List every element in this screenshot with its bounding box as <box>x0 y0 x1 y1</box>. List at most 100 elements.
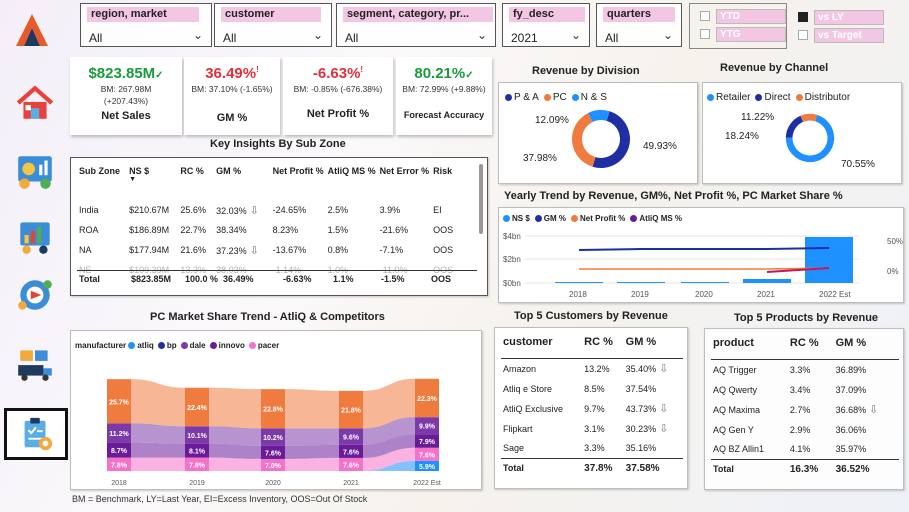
table-row: NA $177.94M 21.6% 37.23% ⇩ -13.67% 0.8% -7.1% O… <box>77 240 461 260</box>
rc-cell: 3.3% <box>584 443 605 454</box>
legend-item: P & A <box>505 92 539 103</box>
chevron-down-icon[interactable]: ⌄ <box>571 28 581 42</box>
quarters-slicer[interactable]: quarters All ⌄ <box>596 3 682 47</box>
data-label: 25.7% <box>109 399 130 406</box>
vs-target-label: vs Target <box>814 27 884 43</box>
chevron-down-icon[interactable]: ⌄ <box>313 28 323 42</box>
kpi-net-profit[interactable]: -6.63%! BM: -0.85% (-676.38%) Net Profit… <box>283 57 393 135</box>
table-row: AQ Maxima 2.7% 36.68% ⇩ <box>711 400 899 420</box>
vs-ly-checkbox[interactable] <box>798 12 808 22</box>
sub-zone-table[interactable]: Sub Zone NS $ ▼ RC % GM % Net Profit % AtliQ M… <box>70 157 488 296</box>
gm-cell: 35.40% ⇩ <box>625 363 669 375</box>
ytd-checkbox[interactable] <box>700 11 710 21</box>
top-products-table[interactable]: product RC % GM % AQ Trigger 3.3% 36.89% AQ Qw… <box>704 328 904 490</box>
market-share-panel[interactable]: manufacturer atliq bp dale innovo pacer 5.9%… <box>70 330 482 490</box>
table-row: India $210.67M 25.6% 32.03% ⇩ -24.65% 2.5% 3.9… <box>77 200 461 220</box>
ytg-toggle[interactable]: YTG <box>700 25 786 43</box>
alert-icon: ! <box>360 65 364 74</box>
top-customers-table[interactable]: customer RC % GM % Amazon 13.2% 35.40% ⇩ Atliq… <box>494 327 688 489</box>
customer-slicer[interactable]: customer All ⌄ <box>214 3 332 47</box>
kpi-gm[interactable]: 36.49%! BM: 37.10% (-1.65%) GM % <box>184 57 280 135</box>
gm-cell: 36.68% ⇩ <box>835 404 879 416</box>
ytg-checkbox[interactable] <box>700 29 710 39</box>
total-cell: -6.63% <box>283 274 312 284</box>
total-cell: 16.3% <box>789 463 819 475</box>
nav-executive-active[interactable] <box>4 408 68 460</box>
chevron-down-icon[interactable]: ⌄ <box>193 28 203 42</box>
supply-chain-icon <box>18 350 52 381</box>
vs-ly-toggle[interactable]: vs LY <box>798 8 884 26</box>
down-arrow-icon: ⇩ <box>246 244 259 257</box>
legend-item: PC <box>543 92 567 103</box>
column-header: Net Error % <box>379 166 430 176</box>
division-donut-chart[interactable] <box>571 109 631 169</box>
x-tick: 2018 <box>569 290 587 299</box>
table-cell: 8.23% <box>272 225 299 235</box>
x-tick: 2019 <box>631 290 649 299</box>
kpi-value: 36.49% <box>205 65 257 82</box>
gm-cell: 35.16% <box>625 443 657 454</box>
fy-slicer[interactable]: fy_desc 2021 ⌄ <box>502 3 590 47</box>
legend-item: N & S <box>571 92 607 103</box>
chevron-down-icon[interactable]: ⌄ <box>477 28 487 42</box>
x-tick: 2022 Est <box>819 290 851 299</box>
channel-donut-panel[interactable]: Retailer Direct Distributor 70.55% 18.24% … <box>702 82 902 184</box>
chevron-down-icon[interactable]: ⌄ <box>663 28 673 42</box>
scrollbar[interactable] <box>479 164 483 234</box>
data-label: 7.6% <box>343 462 360 469</box>
donut-slice <box>785 115 804 138</box>
nav-home[interactable] <box>12 80 58 126</box>
legend-label: Direct <box>764 92 791 103</box>
nav-finance[interactable] <box>12 148 58 194</box>
table-cell: 32.03% ⇩ <box>216 204 259 217</box>
legend-item: Direct <box>755 92 791 103</box>
sort-arrow-icon: ▼ <box>129 176 137 183</box>
column-header: GM % <box>835 337 867 349</box>
gm-cell: 37.09% <box>835 384 867 395</box>
kpi-label: Net Sales <box>101 110 151 122</box>
channel-title: Revenue by Channel <box>720 62 829 74</box>
column-header: Sub Zone <box>79 166 120 176</box>
column-header: NS $ ▼ <box>127 166 178 200</box>
logo <box>12 10 52 50</box>
table-row: Amazon 13.2% 35.40% ⇩ <box>501 359 683 379</box>
y-left-tick: $2bn <box>503 255 521 264</box>
nav-supply-chain[interactable] <box>12 340 58 386</box>
market-share-chart[interactable]: 5.9% 7.8% 7.8% 7.0% 7.6% 7.6% 8.7% 8.1% 7.6% 7.6%… <box>71 331 483 491</box>
kpi-forecast-accuracy[interactable]: 80.21%✓ BM: 72.99% (+9.88%) Forecast Acc… <box>396 57 492 135</box>
data-label: 9.9% <box>419 424 436 431</box>
vs-target-checkbox[interactable] <box>798 30 808 40</box>
yearly-trend-panel[interactable]: NS $ GM % Net Profit % AtliQ MS % $4bn $2bn $… <box>498 207 904 303</box>
nav-sales[interactable] <box>12 212 58 258</box>
kpi-net-sales[interactable]: $823.85M✓ BM: 267.98M (+207.43%) Net Sal… <box>70 57 182 135</box>
slicer-title: fy_desc <box>509 7 585 22</box>
footer-note: BM = Benchmark, LY=Last Year, EI=Excess … <box>72 494 368 504</box>
x-tick: 2018 <box>111 480 127 487</box>
x-tick: 2022 Est <box>413 480 441 487</box>
table-cell: -21.6% <box>379 225 409 235</box>
vs-target-toggle[interactable]: vs Target <box>798 26 884 44</box>
total-cell: 37.58% <box>625 462 660 474</box>
segment-slicer[interactable]: segment, category, pr... All ⌄ <box>336 3 496 47</box>
division-donut-panel[interactable]: P & A PC N & S 49.93% 37.98% 12.09% <box>498 82 698 184</box>
y-left-tick: $4bn <box>503 232 521 241</box>
legend-dot <box>707 93 714 101</box>
channel-donut-chart[interactable] <box>785 113 835 163</box>
column-header: RC % <box>584 336 613 348</box>
table-cell: 25.6% <box>180 205 206 215</box>
data-label: 11.2% <box>109 431 129 438</box>
region-market-slicer[interactable]: region, market All ⌄ <box>80 3 212 47</box>
legend-dot <box>755 93 763 101</box>
table-cell: $177.94M <box>129 245 170 255</box>
yearly-trend-chart[interactable]: $4bn $2bn $0bn 50% 0% 2018 2019 2020 2021 2022 Es… <box>499 208 905 304</box>
legend-label: Retailer <box>716 92 751 103</box>
channel-legend: Retailer Direct Distributor <box>707 92 855 103</box>
total-cell: Total <box>503 463 524 473</box>
name-cell: Sage <box>503 443 525 454</box>
division-label-pa: 49.93% <box>643 141 677 152</box>
home-icon <box>16 85 54 119</box>
x-tick: 2020 <box>695 290 713 299</box>
ytd-toggle[interactable]: YTD <box>700 7 786 25</box>
nav-marketing[interactable] <box>12 272 58 318</box>
channel-label-retailer: 70.55% <box>841 159 875 170</box>
